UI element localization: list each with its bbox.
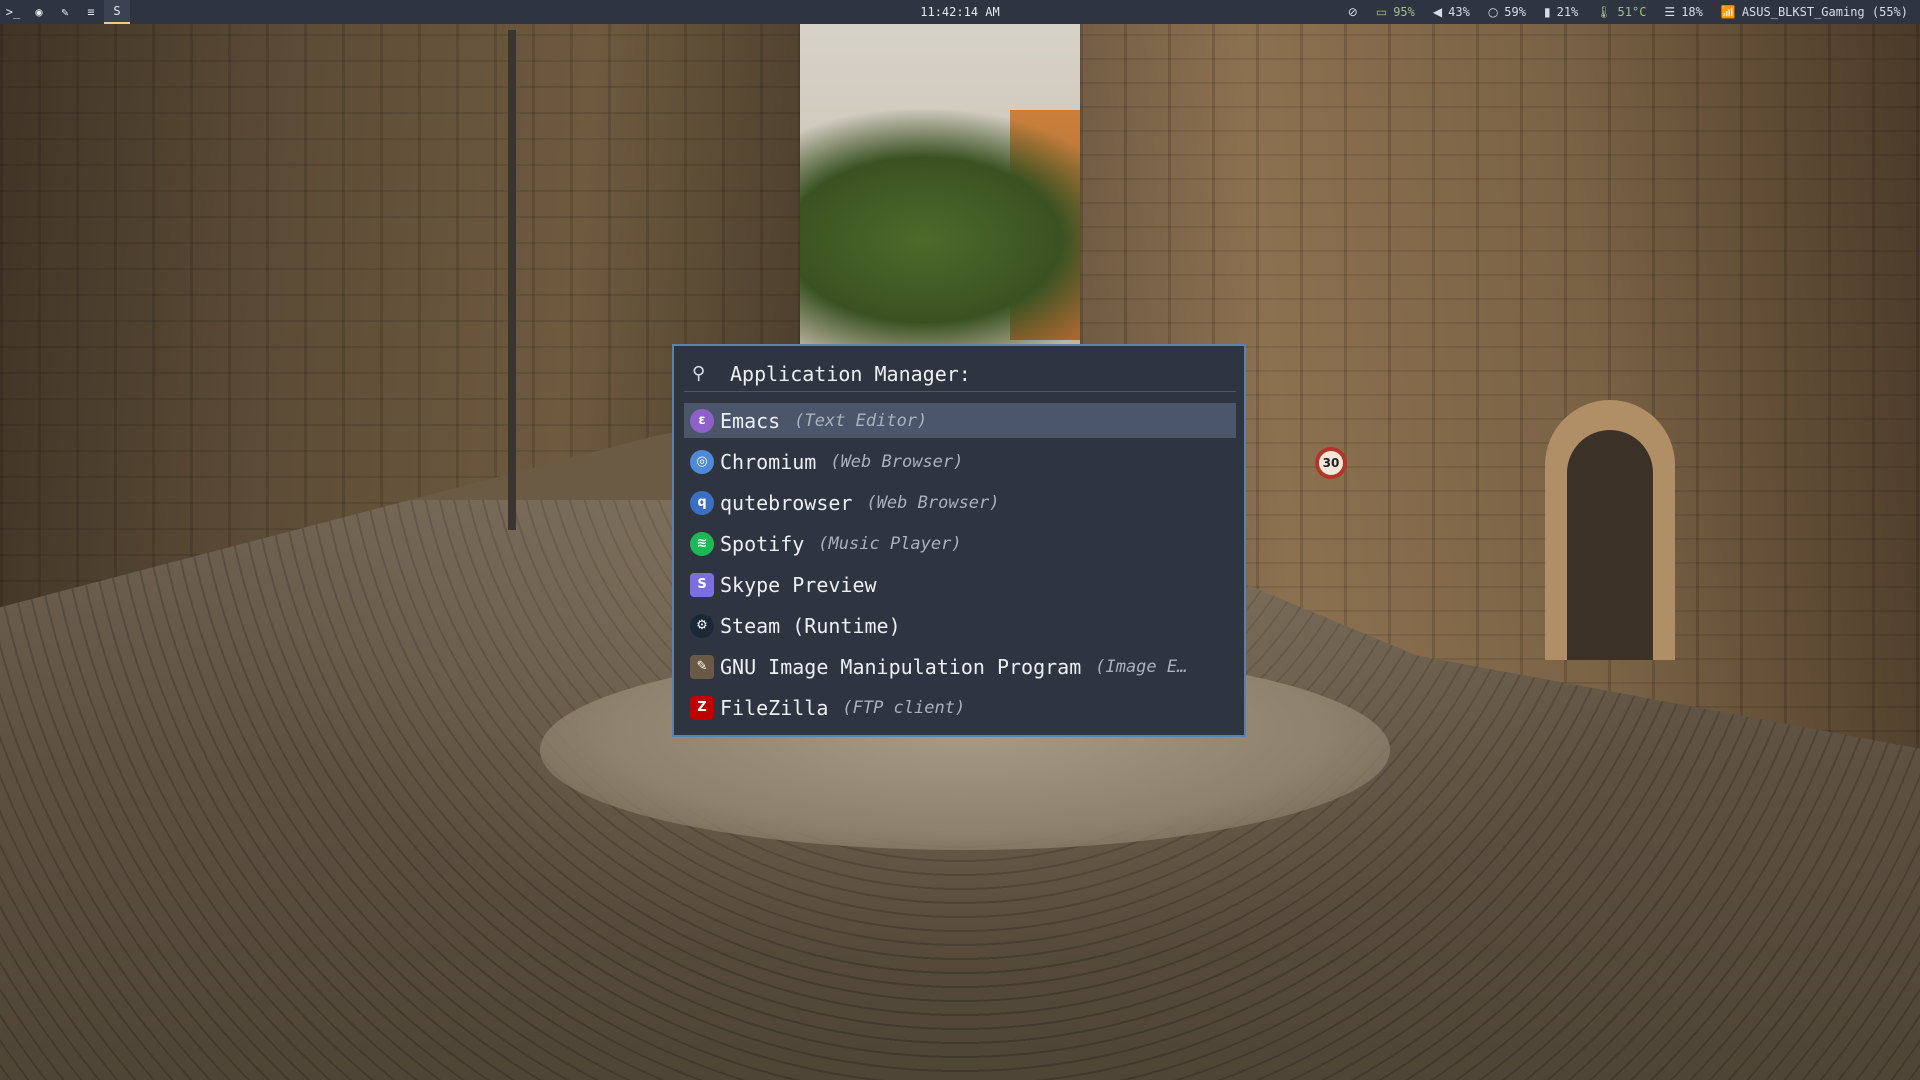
emacs-icon: ε <box>690 408 714 433</box>
steam-icon: ⚙ <box>690 613 714 638</box>
wifi-icon: 📶 <box>1720 5 1736 19</box>
list-item-gimp[interactable]: ✎ GNU Image Manipulation Program (Image … <box>684 649 1236 684</box>
status-cpu[interactable]: ○ 59% <box>1488 5 1526 19</box>
list-item-emacs[interactable]: ε Emacs (Text Editor) <box>684 403 1236 438</box>
battery-value: 95% <box>1393 5 1415 19</box>
workspace-terminal-icon[interactable]: >_ <box>0 0 26 24</box>
status-disk[interactable]: ☰ 18% <box>1664 5 1702 19</box>
app-description: (Web Browser) <box>866 492 1000 513</box>
battery-icon: ▭ <box>1375 5 1388 19</box>
status-area: ⊘ ▭ 95% ◀ 43% ○ 59% ▮ 21% 🌡 51°C ☰ 18% 📶… <box>1348 0 1908 24</box>
application-launcher: ⚲ Application Manager: ε Emacs (Text Edi… <box>672 344 1246 737</box>
list-item-qutebrowser[interactable]: q qutebrowser (Web Browser) <box>684 485 1236 520</box>
app-name: Spotify <box>720 531 805 556</box>
skype-icon: S <box>690 572 714 597</box>
memory-value: 21% <box>1556 5 1579 19</box>
wallpaper-archway <box>1545 400 1675 660</box>
status-visibility[interactable]: ⊘ <box>1348 5 1358 19</box>
status-temperature[interactable]: 🌡 51°C <box>1596 5 1646 19</box>
app-description: (FTP client) <box>842 697 966 718</box>
chromium-icon: ◎ <box>690 449 714 474</box>
app-name: FileZilla <box>720 695 829 720</box>
list-item-filezilla[interactable]: Z FileZilla (FTP client) <box>684 690 1236 725</box>
status-battery[interactable]: ▭ 95% <box>1376 5 1415 19</box>
list-item-chromium[interactable]: ◎ Chromium (Web Browser) <box>684 444 1236 479</box>
eye-off-icon: ⊘ <box>1347 5 1358 19</box>
list-item-steam[interactable]: ⚙ Steam (Runtime) <box>684 608 1236 643</box>
app-description: (Music Player) <box>818 533 962 554</box>
qutebrowser-icon: q <box>690 490 714 515</box>
filezilla-icon: Z <box>690 695 714 720</box>
launcher-list: ε Emacs (Text Editor) ◎ Chromium (Web Br… <box>684 403 1236 731</box>
disk-icon: ☰ <box>1664 5 1676 19</box>
list-item-spotify[interactable]: ≋ Spotify (Music Player) <box>684 526 1236 561</box>
launcher-header: ⚲ Application Manager: <box>684 356 1236 392</box>
spotify-icon: ≋ <box>690 531 714 556</box>
app-name: Emacs <box>720 408 781 433</box>
memory-icon: ▮ <box>1543 5 1551 19</box>
status-memory[interactable]: ▮ 21% <box>1544 5 1578 19</box>
cpu-icon: ○ <box>1487 5 1499 19</box>
volume-value: 43% <box>1448 5 1470 19</box>
disk-value: 18% <box>1681 5 1703 19</box>
cpu-value: 59% <box>1504 5 1526 19</box>
list-item-skype[interactable]: S Skype Preview <box>684 567 1236 602</box>
app-name: GNU Image Manipulation Program <box>720 654 1082 679</box>
workspace-list: >_ ◉ ✎ ≡ S <box>0 0 130 24</box>
app-name: qutebrowser <box>720 490 853 515</box>
workspace-browser-icon[interactable]: ◉ <box>26 0 52 24</box>
wallpaper-speed-sign: 30 <box>1315 447 1347 479</box>
app-name: Steam (Runtime) <box>720 613 901 638</box>
app-description: (Text Editor) <box>794 410 928 431</box>
wifi-value: ASUS_BLKST_Gaming (55%) <box>1741 5 1908 19</box>
app-description: (Image E… <box>1095 656 1188 677</box>
volume-icon: ◀ <box>1432 5 1443 19</box>
workspace-music-icon[interactable]: ≡ <box>78 0 104 24</box>
app-name: Skype Preview <box>720 572 877 597</box>
workspace-editor-icon[interactable]: ✎ <box>52 0 78 24</box>
temperature-value: 51°C <box>1617 5 1647 19</box>
gimp-icon: ✎ <box>690 654 714 679</box>
top-bar: >_ ◉ ✎ ≡ S 11:42:14 AM ⊘ ▭ 95% ◀ 43% ○ 5… <box>0 0 1920 24</box>
app-name: Chromium <box>720 449 817 474</box>
status-wifi[interactable]: 📶 ASUS_BLKST_Gaming (55%) <box>1721 5 1908 19</box>
wallpaper-lamp-post <box>508 30 516 530</box>
launcher-prompt[interactable]: Application Manager: <box>730 362 971 386</box>
status-volume[interactable]: ◀ 43% <box>1433 5 1470 19</box>
app-description: (Web Browser) <box>830 451 964 472</box>
launcher-icon: ⚲ <box>692 363 706 384</box>
thermometer-icon: 🌡 <box>1596 5 1612 19</box>
workspace-chat-icon[interactable]: S <box>104 0 130 24</box>
